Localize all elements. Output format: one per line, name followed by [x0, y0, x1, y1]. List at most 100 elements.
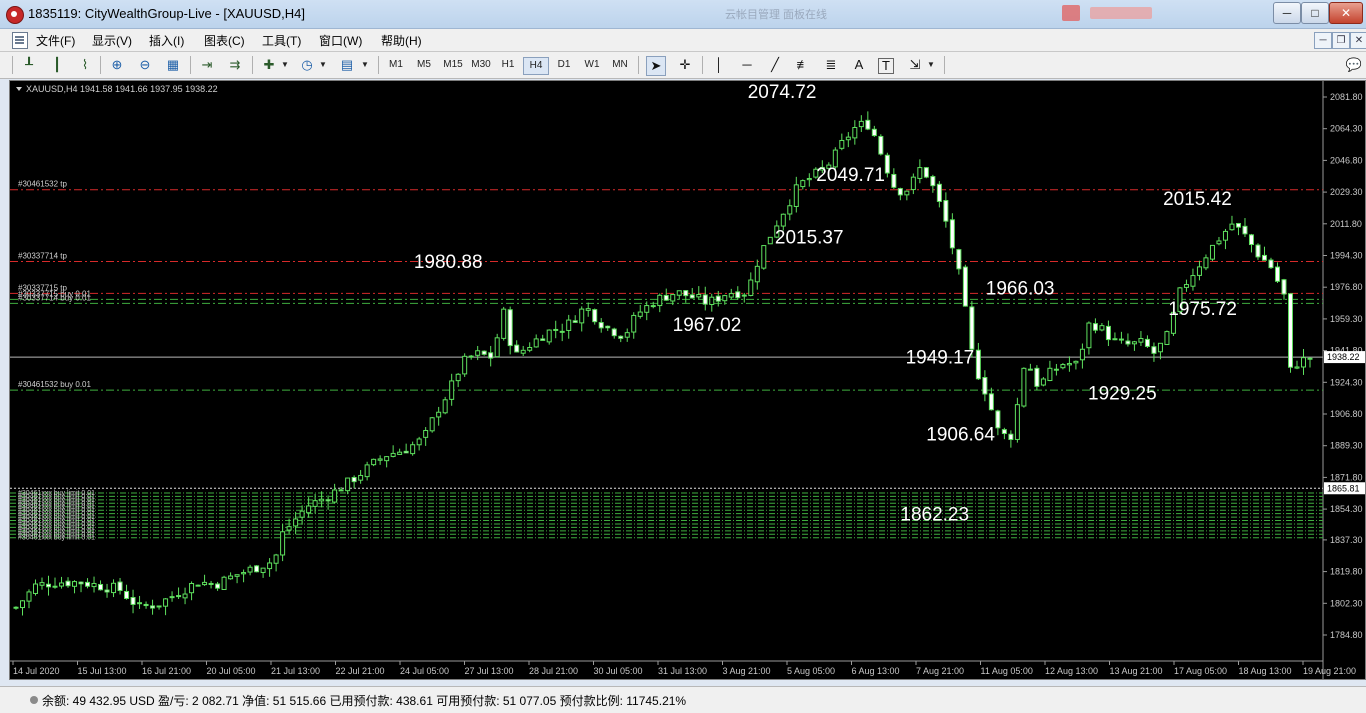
- candle-body-bull: [390, 452, 396, 457]
- trendline-icon[interactable]: ╱: [766, 56, 784, 74]
- window-titlebar: 1835119: CityWealthGroup-Live - [XAUUSD,…: [0, 0, 1366, 29]
- indicators-icon[interactable]: ✚: [260, 56, 278, 74]
- close-window-button[interactable]: ✕: [1329, 2, 1363, 24]
- candle-body-bear: [878, 135, 884, 155]
- timeframe-m5[interactable]: M5: [412, 57, 436, 73]
- candle-body-bull: [416, 438, 422, 446]
- candle-body-bull: [410, 444, 416, 455]
- price-chart[interactable]: 2081.80 2064.30 2046.80 2029.30 2011.80 1994.…: [9, 80, 1366, 680]
- price-axis-label: 1959.30: [1330, 314, 1363, 324]
- candle-body-bull: [436, 411, 442, 418]
- menu-window[interactable]: 窗口(W): [319, 32, 362, 49]
- time-axis-label: 21 Jul 13:00: [271, 666, 320, 676]
- candle-body-bull: [644, 305, 650, 313]
- menu-tools[interactable]: 工具(T): [262, 32, 301, 49]
- timeframe-m15[interactable]: M15: [440, 57, 466, 73]
- menu-insert[interactable]: 插入(I): [149, 32, 184, 49]
- fibonacci-icon[interactable]: ≣: [822, 56, 840, 74]
- price-axis-label: 1889.30: [1330, 441, 1363, 451]
- timeframe-h4[interactable]: H4: [523, 57, 549, 75]
- cursor-icon[interactable]: ➤: [646, 56, 666, 76]
- candle-body-bull: [1040, 378, 1046, 386]
- candle-body-bear: [338, 489, 344, 492]
- candle-body-bull: [1014, 404, 1020, 440]
- candle-body-bear: [78, 581, 84, 585]
- timeframe-h1[interactable]: H1: [496, 57, 520, 73]
- line-chart-icon[interactable]: ⌇: [76, 56, 94, 74]
- bar-chart-icon[interactable]: ┸: [20, 56, 38, 74]
- dropdown-arrow-icon[interactable]: ▼: [360, 56, 370, 74]
- tile-windows-icon[interactable]: ▦: [164, 56, 182, 74]
- chart-minimize-button[interactable]: ─: [1314, 32, 1332, 49]
- candle-body-bull: [631, 314, 637, 333]
- candle-body-bull: [59, 582, 65, 587]
- equidistant-channel-icon[interactable]: ≢: [794, 56, 812, 74]
- vertical-line-icon[interactable]: │: [710, 56, 728, 74]
- candle-body-bull: [312, 500, 318, 507]
- candle-body-bull: [1196, 266, 1202, 276]
- candle-body-bull: [449, 380, 455, 400]
- candle-body-bear: [351, 476, 357, 483]
- periodicity-icon[interactable]: ◷: [298, 56, 316, 74]
- candlestick-chart[interactable]: 2081.80 2064.30 2046.80 2029.30 2011.80 1994.…: [10, 81, 1365, 679]
- candle-body-bull: [579, 308, 585, 324]
- price-annotation: 1966.03: [986, 279, 1055, 300]
- text-tool-icon[interactable]: A: [850, 56, 868, 74]
- price-annotation: 2015.37: [775, 227, 844, 248]
- candle-body-bear: [956, 249, 962, 270]
- chat-bubble-icon[interactable]: 💬: [1345, 56, 1363, 74]
- timeframe-m1[interactable]: M1: [384, 57, 408, 73]
- candle-body-bear: [650, 305, 656, 308]
- arrows-icon[interactable]: ⇲: [906, 56, 924, 74]
- text-label-icon[interactable]: T: [878, 58, 894, 74]
- candle-body-bear: [975, 349, 981, 380]
- candle-body-bull: [455, 373, 461, 382]
- chart-close-button[interactable]: ✕: [1350, 32, 1366, 49]
- dropdown-arrow-icon[interactable]: ▼: [926, 56, 936, 74]
- candle-body-bear: [130, 597, 136, 605]
- candle-body-bear: [982, 377, 988, 395]
- candle-body-bear: [1248, 234, 1254, 246]
- horizontal-line-icon[interactable]: ─: [738, 56, 756, 74]
- menu-help[interactable]: 帮助(H): [381, 32, 422, 49]
- auto-scroll-icon[interactable]: ⇉: [226, 56, 244, 74]
- candle-body-bull: [169, 596, 175, 599]
- candle-body-bull: [1079, 348, 1085, 361]
- candlestick-icon[interactable]: ┃: [48, 56, 66, 74]
- candle-body-bear: [1255, 244, 1261, 258]
- zoom-in-icon[interactable]: ⊕: [108, 56, 126, 74]
- menu-view[interactable]: 显示(V): [92, 32, 132, 49]
- candle-body-bull: [520, 349, 526, 354]
- templates-icon[interactable]: ▤: [338, 56, 356, 74]
- candle-body-bear: [943, 200, 949, 222]
- timeframe-m30[interactable]: M30: [468, 57, 494, 73]
- candle-body-bull: [741, 294, 747, 297]
- candle-body-bull: [1300, 357, 1306, 368]
- candle-body-bear: [871, 128, 877, 137]
- crosshair-icon[interactable]: ✛: [676, 56, 694, 74]
- menu-charts[interactable]: 图表(C): [204, 32, 245, 49]
- symbol-collapse-icon: [16, 87, 22, 91]
- candle-body-bull: [286, 526, 292, 531]
- maximize-window-button[interactable]: □: [1301, 2, 1329, 24]
- minimize-window-button[interactable]: ─: [1273, 2, 1301, 24]
- timeframe-mn[interactable]: MN: [608, 57, 632, 73]
- time-axis-label: 19 Aug 21:00: [1303, 666, 1356, 676]
- candle-body-bear: [891, 173, 897, 188]
- chart-restore-button[interactable]: ❐: [1332, 32, 1350, 49]
- candle-body-bull: [1066, 363, 1072, 366]
- menu-file[interactable]: 文件(F): [36, 32, 75, 49]
- candle-body-bear: [143, 603, 149, 607]
- zoom-out-icon[interactable]: ⊖: [136, 56, 154, 74]
- candle-body-bear: [949, 219, 955, 249]
- order-line-label: #30337714 buy 0.01: [18, 293, 92, 302]
- dropdown-arrow-icon[interactable]: ▼: [318, 56, 328, 74]
- timeframe-d1[interactable]: D1: [552, 57, 576, 73]
- chart-shift-icon[interactable]: ⇥: [198, 56, 216, 74]
- timeframe-w1[interactable]: W1: [580, 57, 604, 73]
- candle-body-bear: [124, 590, 130, 599]
- candle-body-bull: [1203, 257, 1209, 269]
- dropdown-arrow-icon[interactable]: ▼: [280, 56, 290, 74]
- candle-body-bull: [1216, 240, 1222, 245]
- candle-body-bull: [858, 120, 864, 128]
